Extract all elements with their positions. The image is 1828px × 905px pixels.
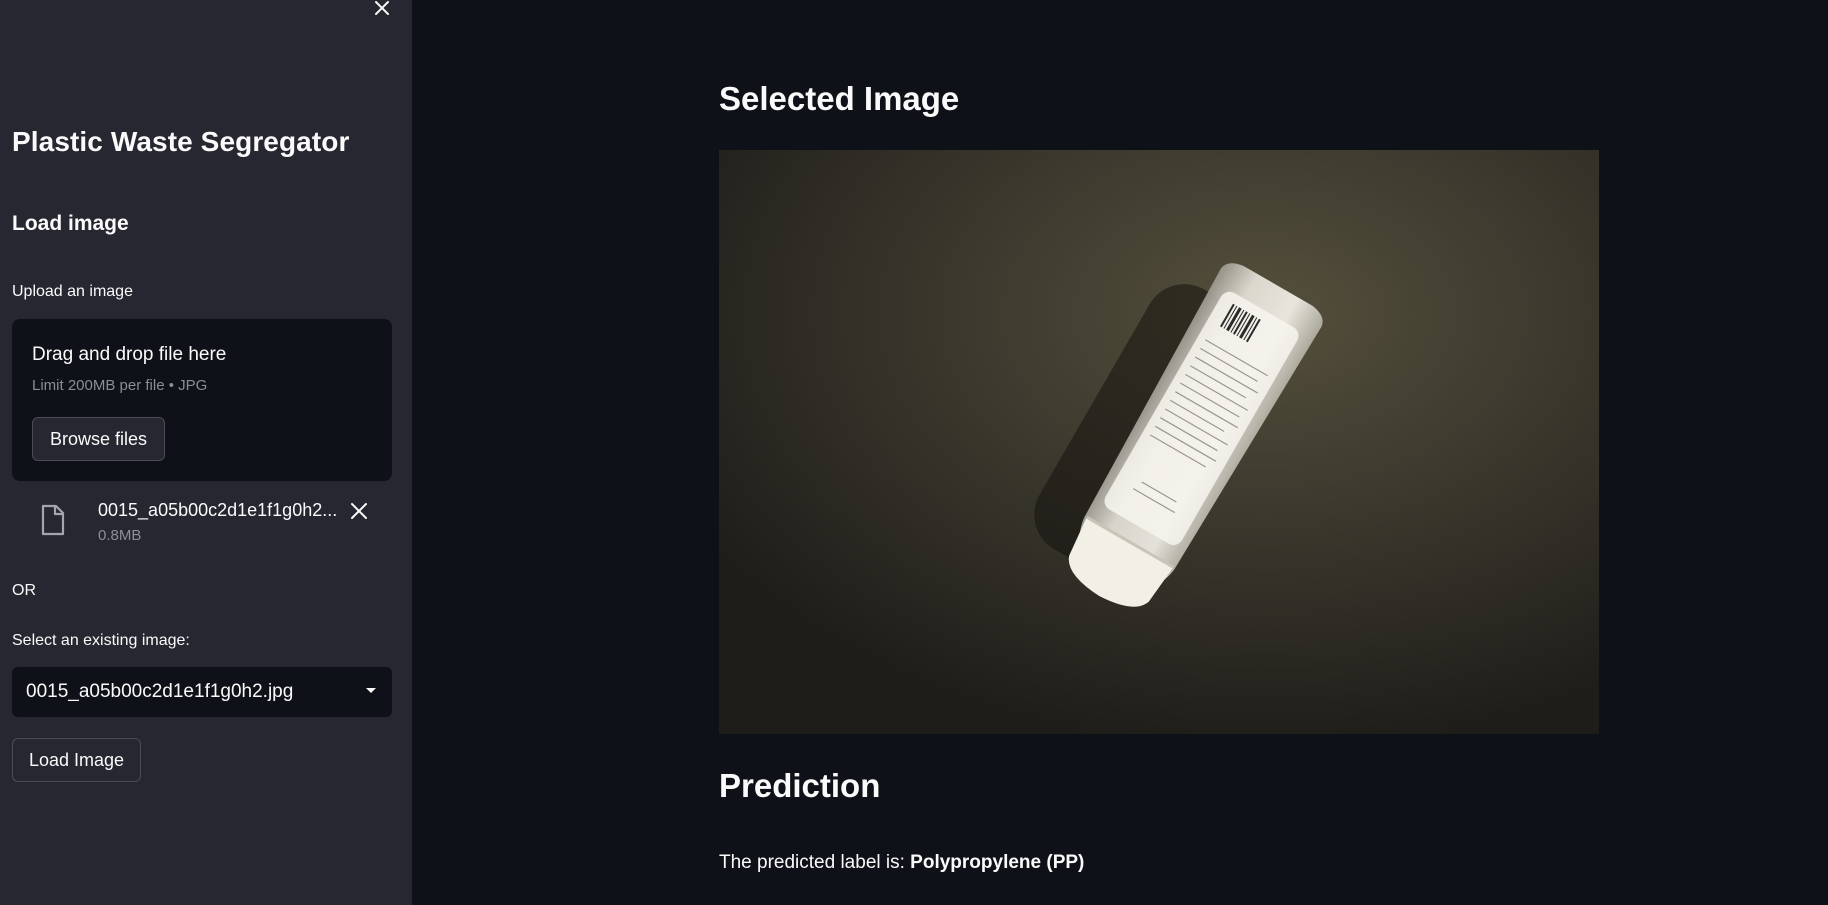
sidebar-title: Plastic Waste Segregator (12, 126, 350, 157)
bottle-photo (719, 150, 1599, 734)
browse-files-button[interactable]: Browse files (32, 417, 165, 461)
select-image-label: Select an existing image: (12, 632, 190, 649)
selected-image-heading: Selected Image (719, 80, 960, 117)
load-image-heading: Load image (12, 212, 129, 235)
prediction-label: Polypropylene (PP) (910, 852, 1085, 873)
close-icon[interactable] (370, 0, 394, 24)
uploaded-file-size: 0.8MB (98, 527, 142, 544)
dropzone-limit: Limit 200MB per file • JPG (32, 377, 208, 394)
prediction-heading: Prediction (719, 767, 881, 804)
prediction-result: The predicted label is: Polypropylene (P… (719, 852, 1084, 874)
existing-image-select[interactable]: 0015_a05b00c2d1e1f1g0h2.jpg (12, 667, 392, 717)
file-dropzone[interactable]: Drag and drop file here Limit 200MB per … (12, 319, 392, 481)
app-root: Plastic Waste Segregator Load image Uplo… (0, 0, 1828, 905)
sidebar: Plastic Waste Segregator Load image Uplo… (0, 0, 412, 905)
load-image-button[interactable]: Load Image (12, 738, 141, 782)
prediction-prefix: The predicted label is: (719, 852, 911, 873)
upload-label: Upload an image (12, 283, 133, 300)
file-icon (41, 504, 65, 536)
dropzone-title: Drag and drop file here (32, 344, 227, 365)
uploaded-file-name: 0015_a05b00c2d1e1f1g0h2... (98, 500, 338, 520)
selected-image (719, 150, 1599, 734)
select-value: 0015_a05b00c2d1e1f1g0h2.jpg (26, 681, 294, 702)
or-separator: OR (12, 582, 36, 599)
chevron-down-icon (366, 688, 376, 693)
remove-file-icon[interactable] (349, 501, 369, 521)
main-content: Selected Image Prediction The predicted … (412, 0, 1828, 905)
uploaded-file-item: 0015_a05b00c2d1e1f1g0h2... 0.8MB (12, 496, 392, 552)
